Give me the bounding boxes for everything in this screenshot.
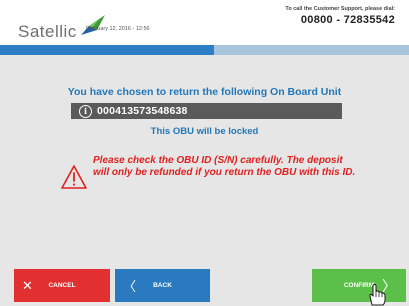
obu-id-bar: i 000413573548638: [71, 103, 342, 119]
cancel-button[interactable]: ✕ CANCEL: [14, 269, 110, 302]
kiosk-screen: Satellic February 12, 2016 - 12:56 To ca…: [0, 0, 409, 306]
progress-strip-filled: [0, 45, 214, 55]
lock-notice: This OBU will be locked: [150, 126, 259, 137]
warning-message: Please check the OBU ID (S/N) carefully.…: [60, 155, 360, 190]
current-date: February 12, 2016 - 12:56: [86, 26, 150, 32]
confirm-button[interactable]: CONFIRM 〉: [312, 269, 406, 302]
support-phone: 00800 - 72835542: [300, 14, 395, 26]
progress-strip: [0, 45, 409, 55]
support-label: To call the Customer Support, please dia…: [285, 6, 395, 12]
warning-text: Please check the OBU ID (S/N) carefully.…: [93, 155, 356, 178]
footer: ✕ CANCEL 〈 BACK CONFIRM 〉: [0, 265, 409, 306]
header: Satellic February 12, 2016 - 12:56 To ca…: [0, 0, 409, 44]
back-button[interactable]: 〈 BACK: [115, 269, 210, 302]
content-panel: You have chosen to return the following …: [0, 55, 409, 265]
customer-support: To call the Customer Support, please dia…: [285, 6, 395, 26]
hand-pointer-icon: [369, 284, 386, 306]
brand-name: Satellic: [18, 22, 77, 41]
warning-triangle-icon: [61, 165, 87, 189]
progress-strip-remaining: [214, 45, 409, 55]
info-icon: i: [79, 104, 92, 118]
cancel-label: CANCEL: [48, 282, 76, 289]
obu-id: 000413573548638: [97, 105, 188, 117]
back-label: BACK: [153, 282, 172, 289]
page-title: You have chosen to return the following …: [67, 86, 342, 98]
